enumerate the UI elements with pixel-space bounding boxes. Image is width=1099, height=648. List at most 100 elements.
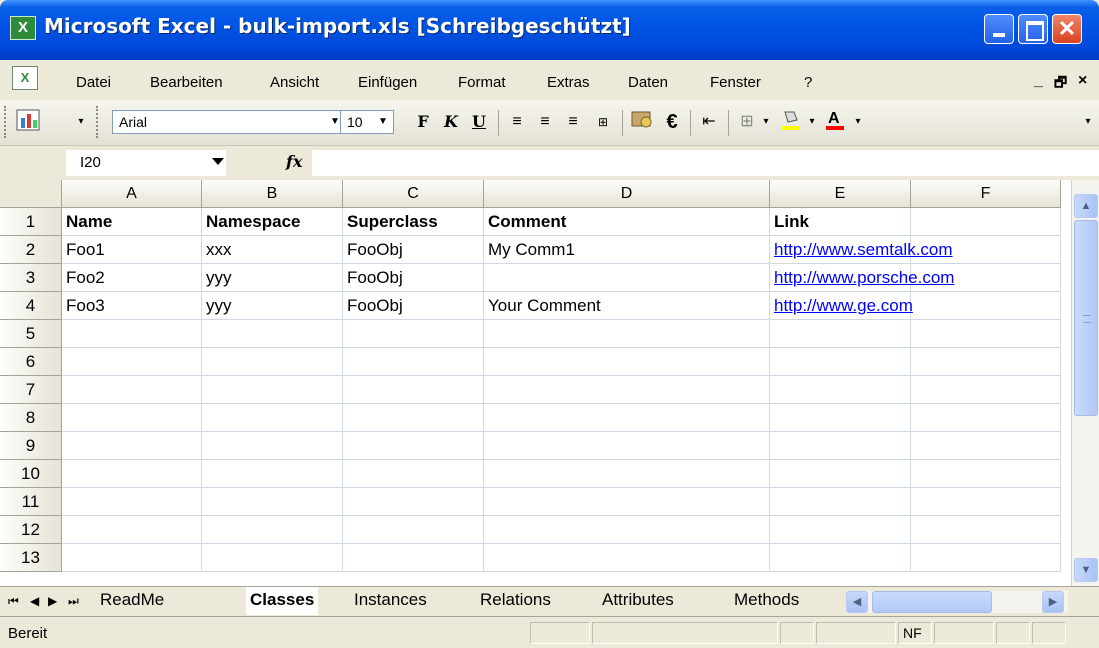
row-header-9[interactable]: 9 xyxy=(0,432,62,460)
cell-d7[interactable] xyxy=(484,376,770,404)
cell-e9[interactable] xyxy=(770,432,911,460)
menu-einfuegen[interactable]: Einfügen xyxy=(358,74,417,91)
toolbar-grip-2[interactable] xyxy=(96,106,100,138)
cell-f12[interactable] xyxy=(911,516,1061,544)
cell-c9[interactable] xyxy=(343,432,484,460)
align-right-icon[interactable]: ≡ xyxy=(560,108,586,136)
sheet-tab-relations[interactable]: Relations xyxy=(476,587,555,615)
cell-e3[interactable]: http://www.porsche.com xyxy=(770,264,954,292)
cell-e2[interactable]: http://www.semtalk.com xyxy=(770,236,953,264)
spreadsheet-grid[interactable]: A B C D E F 1 Name Namespace Superclass Comment Lin… xyxy=(0,180,1071,586)
menu-datei[interactable]: Datei xyxy=(76,74,111,91)
cell-a1[interactable]: Name xyxy=(62,208,202,236)
chevron-down-icon[interactable]: ▾ xyxy=(806,108,818,136)
toolbar-overflow-icon[interactable]: ▾ xyxy=(74,108,88,136)
cell-e12[interactable] xyxy=(770,516,911,544)
column-header-a[interactable]: A xyxy=(62,180,202,208)
cell-b7[interactable] xyxy=(202,376,343,404)
cell-a3[interactable]: Foo2 xyxy=(62,264,202,292)
cell-e10[interactable] xyxy=(770,460,911,488)
cell-a4[interactable]: Foo3 xyxy=(62,292,202,320)
scroll-left-icon[interactable]: ◀ xyxy=(846,591,868,613)
cell-a11[interactable] xyxy=(62,488,202,516)
cell-f6[interactable] xyxy=(911,348,1061,376)
row-header-2[interactable]: 2 xyxy=(0,236,62,264)
chevron-down-icon[interactable]: ▾ xyxy=(760,108,772,136)
row-header-13[interactable]: 13 xyxy=(0,544,62,572)
align-center-icon[interactable]: ≡ xyxy=(532,108,558,136)
cell-e13[interactable] xyxy=(770,544,911,572)
prev-sheet-icon[interactable]: ◀ xyxy=(30,594,39,608)
cell-f13[interactable] xyxy=(911,544,1061,572)
cell-f11[interactable] xyxy=(911,488,1061,516)
cell-d13[interactable] xyxy=(484,544,770,572)
cell-b6[interactable] xyxy=(202,348,343,376)
cell-f9[interactable] xyxy=(911,432,1061,460)
cell-a9[interactable] xyxy=(62,432,202,460)
excel-icon[interactable]: X xyxy=(10,16,36,40)
row-header-1[interactable]: 1 xyxy=(0,208,62,236)
menu-extras[interactable]: Extras xyxy=(547,74,590,91)
cell-f10[interactable] xyxy=(911,460,1061,488)
first-sheet-icon[interactable]: ⏮ xyxy=(8,594,19,609)
cell-e8[interactable] xyxy=(770,404,911,432)
row-header-11[interactable]: 11 xyxy=(0,488,62,516)
menu-format[interactable]: Format xyxy=(458,74,506,91)
cell-a10[interactable] xyxy=(62,460,202,488)
bold-button[interactable]: F xyxy=(410,108,436,136)
column-header-c[interactable]: C xyxy=(343,180,484,208)
cell-d5[interactable] xyxy=(484,320,770,348)
cell-c12[interactable] xyxy=(343,516,484,544)
cell-f8[interactable] xyxy=(911,404,1061,432)
row-header-10[interactable]: 10 xyxy=(0,460,62,488)
cell-d12[interactable] xyxy=(484,516,770,544)
sheet-tab-attributes[interactable]: Attributes xyxy=(598,587,678,615)
cell-c1[interactable]: Superclass xyxy=(343,208,484,236)
cell-c5[interactable] xyxy=(343,320,484,348)
row-header-8[interactable]: 8 xyxy=(0,404,62,432)
cell-b5[interactable] xyxy=(202,320,343,348)
doc-minimize-icon[interactable]: _ xyxy=(1034,72,1043,90)
next-sheet-icon[interactable]: ▶ xyxy=(48,594,57,608)
cell-e11[interactable] xyxy=(770,488,911,516)
formula-input[interactable] xyxy=(312,150,1099,176)
cell-a2[interactable]: Foo1 xyxy=(62,236,202,264)
font-color-icon[interactable]: A xyxy=(822,108,848,136)
menu-daten[interactable]: Daten xyxy=(628,74,668,91)
cell-c7[interactable] xyxy=(343,376,484,404)
name-box[interactable]: I20 xyxy=(66,150,226,176)
cell-c6[interactable] xyxy=(343,348,484,376)
chevron-down-icon[interactable]: ▾ xyxy=(852,108,864,136)
cell-b1[interactable]: Namespace xyxy=(202,208,343,236)
sheet-tab-instances[interactable]: Instances xyxy=(350,587,431,615)
cell-c13[interactable] xyxy=(343,544,484,572)
last-sheet-icon[interactable]: ⏭ xyxy=(68,594,79,609)
cell-f5[interactable] xyxy=(911,320,1061,348)
cell-a8[interactable] xyxy=(62,404,202,432)
row-header-12[interactable]: 12 xyxy=(0,516,62,544)
doc-restore-icon[interactable]: 🗗 xyxy=(1054,72,1067,96)
scroll-thumb[interactable] xyxy=(1074,220,1098,416)
cell-f4[interactable] xyxy=(911,292,1061,320)
currency-format-icon[interactable] xyxy=(628,108,656,136)
cell-d1[interactable]: Comment xyxy=(484,208,770,236)
cell-b4[interactable]: yyy xyxy=(202,292,343,320)
font-name-select[interactable]: Arial ▼ xyxy=(112,110,346,134)
menu-ansicht[interactable]: Ansicht xyxy=(270,74,319,91)
row-header-4[interactable]: 4 xyxy=(0,292,62,320)
cell-d4[interactable]: Your Comment xyxy=(484,292,770,320)
doc-close-icon[interactable]: × xyxy=(1078,72,1087,90)
cell-e6[interactable] xyxy=(770,348,911,376)
italic-button[interactable]: K xyxy=(438,108,464,136)
cell-f2[interactable] xyxy=(911,236,1061,264)
decrease-indent-icon[interactable]: ⇤ xyxy=(696,108,722,136)
align-left-icon[interactable]: ≡ xyxy=(504,108,530,136)
cell-b9[interactable] xyxy=(202,432,343,460)
cell-e7[interactable] xyxy=(770,376,911,404)
workbook-icon[interactable]: X xyxy=(12,66,38,90)
cell-a12[interactable] xyxy=(62,516,202,544)
cell-d2[interactable]: My Comm1 xyxy=(484,236,770,264)
toolbar-options-icon[interactable]: ▾ xyxy=(1082,108,1094,136)
cell-b3[interactable]: yyy xyxy=(202,264,343,292)
cell-b8[interactable] xyxy=(202,404,343,432)
